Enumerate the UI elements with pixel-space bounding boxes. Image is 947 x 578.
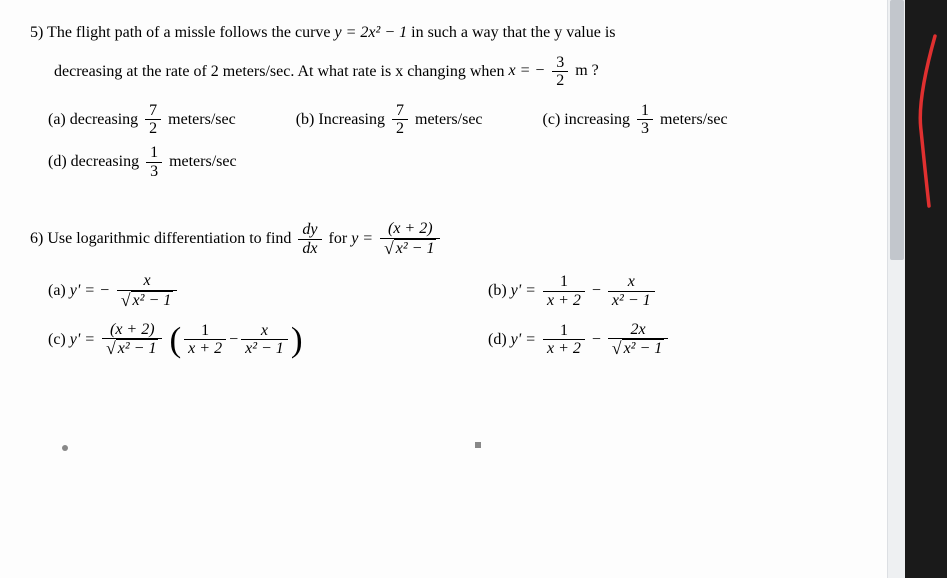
q5-text1: The flight path of a missle follows the … (47, 24, 330, 41)
q5-option-a: (a) decreasing 7 2 meters/sec (48, 102, 236, 138)
q5-text2: in such a way that the y value is (411, 24, 615, 41)
q5-option-d: (d) decreasing 1 3 meters/sec (48, 144, 875, 180)
q6-text: Use logarithmic differentiation to find (47, 230, 291, 247)
question-5: 5) The flight path of a missle follows t… (30, 20, 875, 46)
bullet-icon (62, 445, 68, 451)
q5-eq1: y = 2x² − 1 (335, 24, 412, 41)
question-5-line2: decreasing at the rate of 2 meters/sec. … (54, 54, 875, 90)
q5-eq2-frac: 3 2 (552, 54, 568, 90)
q5-text3: decreasing at the rate of 2 meters/sec. … (54, 62, 505, 79)
square-icon (475, 442, 481, 448)
sidebar-right (905, 0, 947, 578)
question-6: 6) Use logarithmic differentiation to fi… (30, 220, 875, 258)
q5-options-row1: (a) decreasing 7 2 meters/sec (b) Increa… (48, 102, 875, 138)
q6-row2: (c) y' = (x + 2) √ x² − 1 ( 1 x + (48, 321, 875, 359)
q6-option-c: (c) y' = (x + 2) √ x² − 1 ( 1 x + (48, 321, 488, 359)
q5-eq2: x = − 3 2 m ? (509, 62, 599, 79)
scrollbar[interactable] (887, 0, 905, 578)
annotation-curve-icon (911, 30, 941, 210)
q5-options-row2: (d) decreasing 1 3 meters/sec (48, 144, 875, 180)
scrollbar-thumb[interactable] (890, 0, 904, 260)
q6-rhs: (x + 2) √ x² − 1 (380, 220, 440, 258)
q6-number: 6) (30, 230, 43, 247)
q6-option-b: (b) y' = 1 x + 2 − x x² − 1 (488, 272, 875, 310)
q5-number: 5) (30, 24, 43, 41)
q6-dydx: dy dx (298, 221, 321, 257)
page-content: 5) The flight path of a missle follows t… (0, 0, 905, 578)
q6-option-d: (d) y' = 1 x + 2 − 2x √ x² − 1 (488, 321, 875, 359)
q5-option-c: (c) increasing 1 3 meters/sec (543, 102, 728, 138)
q5-option-b: (b) Increasing 7 2 meters/sec (296, 102, 483, 138)
q6-options: (a) y' = − x √ x² − 1 (b) y' = 1 (48, 272, 875, 358)
q6-row1: (a) y' = − x √ x² − 1 (b) y' = 1 (48, 272, 875, 310)
q6-option-a: (a) y' = − x √ x² − 1 (48, 272, 488, 310)
